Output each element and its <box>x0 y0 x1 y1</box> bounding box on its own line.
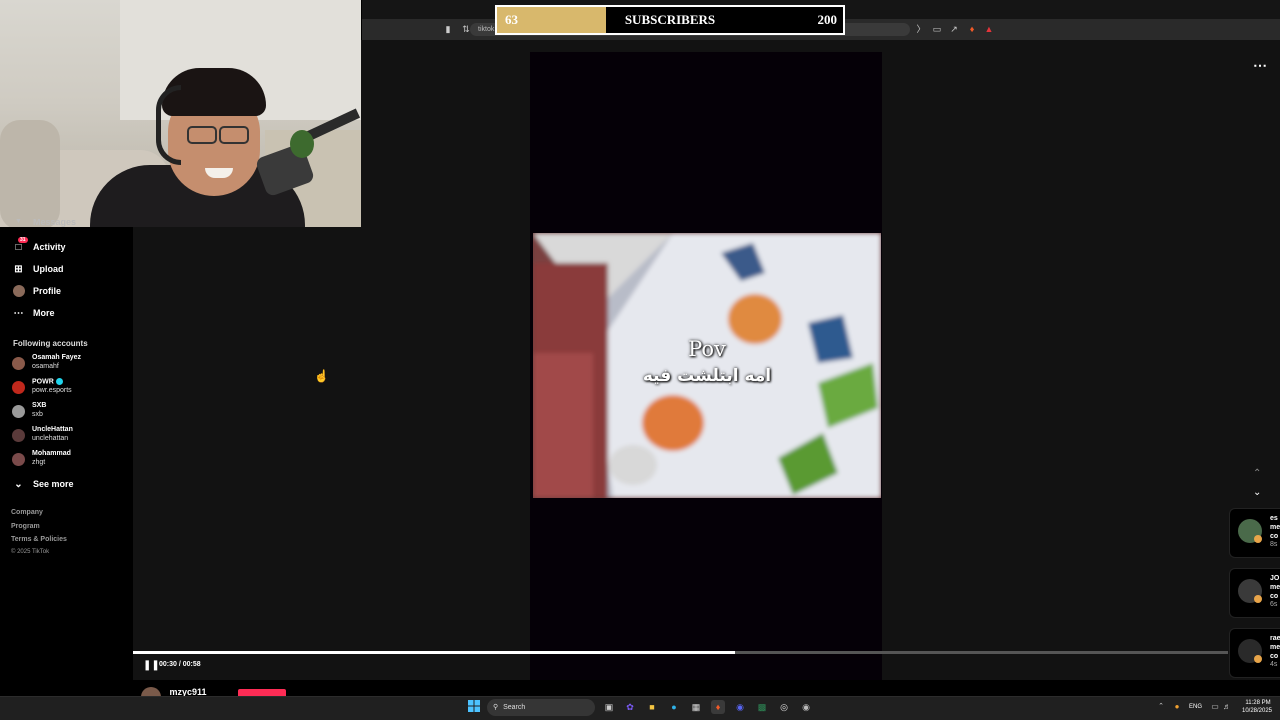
search-icon: ⚲ <box>493 704 499 711</box>
copilot-icon[interactable]: ✿ <box>623 700 637 714</box>
sidebar-item-activity[interactable]: □ 31 Activity <box>12 236 66 256</box>
avatar <box>12 285 25 298</box>
pause-icon[interactable]: ❚❚ <box>143 660 160 672</box>
bookmark-icon[interactable]: ▮ <box>442 23 454 35</box>
account-name: Osamah Fayez <box>32 354 82 361</box>
subscriber-goal-label: SUBSCRIBERS <box>624 12 716 27</box>
language-indicator[interactable]: ENG <box>1189 704 1202 710</box>
webcam-feed <box>0 0 361 227</box>
obs-icon[interactable]: ◎ <box>777 700 791 714</box>
copyright-text: © 2025 TikTok <box>11 549 50 555</box>
avatar <box>12 381 25 394</box>
notification-status-icon <box>1254 655 1262 663</box>
notification-text: rae me co <box>1270 635 1280 660</box>
video-progress-bar[interactable] <box>133 651 1228 654</box>
notification-card[interactable]: rae me co 4s <box>1229 628 1280 678</box>
notification-status-icon <box>1254 535 1262 543</box>
brave-icon[interactable]: ♦ <box>711 700 725 714</box>
picture-in-picture-icon[interactable]: ▭ <box>931 23 943 35</box>
footer-link-company[interactable]: Company <box>11 509 43 516</box>
sidebar-item-label: Activity <box>33 242 66 252</box>
account-handle: sxb <box>32 411 43 418</box>
reader-mode-icon[interactable]: 〉 <box>915 23 927 35</box>
sidebar-item-label: Profile <box>33 286 62 296</box>
clock-time[interactable]: 11:28 PM <box>1243 700 1273 706</box>
search-placeholder: Search <box>503 704 526 711</box>
windows-start-icon[interactable] <box>467 700 481 714</box>
video-caption-title: Pov <box>688 337 726 361</box>
account-name: POWR <box>32 378 63 385</box>
notification-time: 6s <box>1270 601 1278 608</box>
sidebar-item-messages[interactable]: ▼ Messages <box>12 219 76 227</box>
notification-time: 8s <box>1270 541 1278 548</box>
task-view-icon[interactable]: ▣ <box>602 700 616 714</box>
notification-status-icon <box>1254 595 1262 603</box>
microphone-icon[interactable]: ● <box>1170 700 1184 714</box>
account-name: Mohammad <box>32 450 71 457</box>
account-handle: zhgt <box>32 459 46 466</box>
mouse-cursor-icon: ☝ <box>314 369 329 383</box>
avatar <box>12 405 25 418</box>
notification-text: JO me co <box>1270 575 1280 600</box>
notification-card[interactable]: es me co 8s <box>1229 508 1280 558</box>
video-caption-text: امه ابتلشت فيه <box>642 366 772 386</box>
windows-taskbar <box>0 696 1280 720</box>
avatar <box>12 429 25 442</box>
subscriber-goal-overlay: 63 SUBSCRIBERS 200 <box>495 5 845 35</box>
brave-shield-icon[interactable]: ♦ <box>966 23 978 35</box>
clock-date[interactable]: 10/28/2025 <box>1240 708 1274 714</box>
messages-icon: ▼ <box>13 219 24 226</box>
file-explorer-icon[interactable]: ■ <box>645 700 659 714</box>
video-progress-fill <box>133 651 736 654</box>
edge-icon[interactable]: ● <box>667 700 681 714</box>
more-icon: ⋯ <box>13 307 24 319</box>
sidebar-item-upload[interactable]: ⊞ Upload <box>12 260 64 278</box>
activity-icon: □ 31 <box>15 236 28 253</box>
chevron-down-icon: ⌄ <box>14 478 23 490</box>
store-icon[interactable]: ▦ <box>689 700 703 714</box>
more-options-icon[interactable]: ⋯ <box>1253 58 1267 72</box>
avatar <box>12 453 25 466</box>
sidebar-item-label: More <box>33 308 55 318</box>
footer-link-program[interactable]: Program <box>11 523 40 530</box>
see-more-label: See more <box>33 479 74 489</box>
upload-icon: ⊞ <box>14 263 23 275</box>
sidebar-item-profile[interactable]: Profile <box>12 282 61 300</box>
account-name: SXB <box>32 402 47 409</box>
app-icon[interactable]: ◉ <box>799 700 813 714</box>
sidebar-item-label: Messages <box>33 219 77 227</box>
account-handle: powr.esports <box>32 387 72 394</box>
sidebar-item-more[interactable]: ⋯ More <box>12 304 55 322</box>
account-handle: unclehattan <box>32 435 69 442</box>
excel-icon[interactable]: ▩ <box>755 700 769 714</box>
subscriber-goal-target: 200 <box>817 12 838 27</box>
discord-icon[interactable]: ◉ <box>733 700 747 714</box>
footer-link-terms[interactable]: Terms & Policies <box>11 536 67 543</box>
taskbar-search[interactable]: ⚲ Search <box>487 699 595 716</box>
see-more-button[interactable]: ⌄ See more <box>12 475 74 493</box>
activity-badge: 31 <box>18 236 28 243</box>
chevron-up-icon[interactable]: ⌃ <box>1154 700 1168 714</box>
share-icon[interactable]: ↗ <box>948 23 960 35</box>
notification-text: es me co <box>1270 515 1280 540</box>
avatar <box>12 357 25 370</box>
chevron-up-icon[interactable]: ⌃ <box>1253 468 1261 479</box>
video-time: 00:30 / 00:58 <box>159 661 201 668</box>
notification-card[interactable]: JO me co 6s <box>1229 568 1280 618</box>
account-name: UncleHattan <box>32 426 73 433</box>
chevron-down-icon[interactable]: ⌄ <box>1253 487 1261 498</box>
volume-icon[interactable]: ♬ <box>1220 700 1234 714</box>
account-handle: osamahf <box>32 363 59 370</box>
brave-rewards-icon[interactable]: ▲ <box>983 23 995 35</box>
following-accounts-title: Following accounts <box>13 339 88 348</box>
sidebar-item-label: Upload <box>33 264 64 274</box>
notification-time: 4s <box>1270 661 1278 668</box>
verified-icon <box>55 378 63 385</box>
url-prefix: tiktok <box>478 26 495 33</box>
